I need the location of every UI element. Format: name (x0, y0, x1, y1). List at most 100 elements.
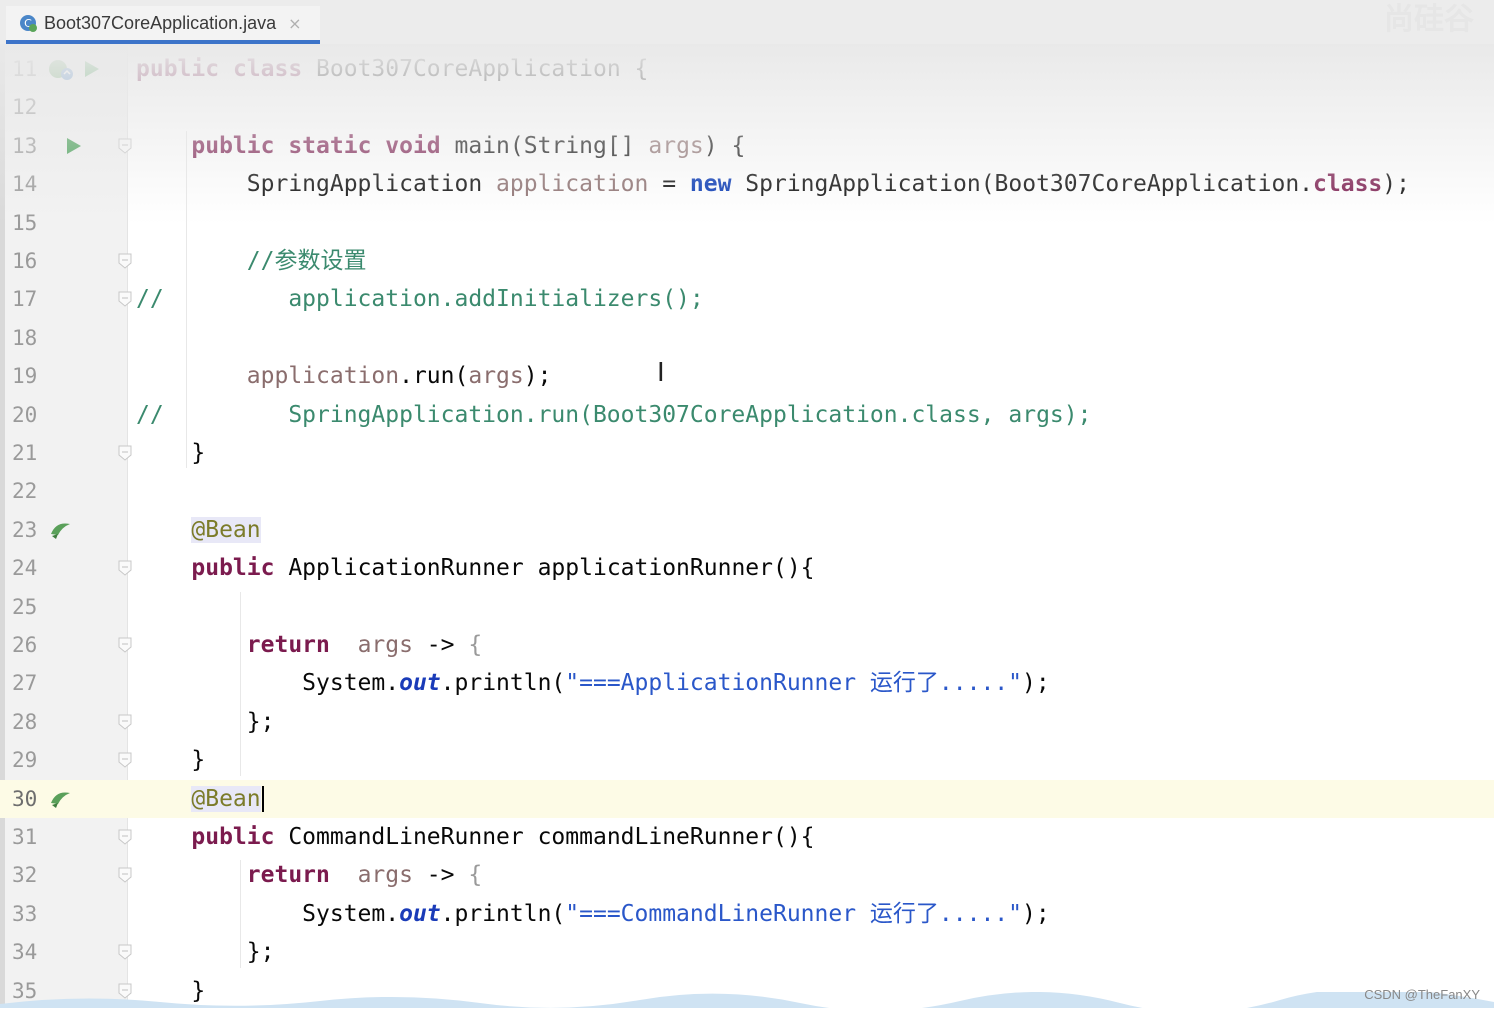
java-class-icon: C (18, 13, 38, 33)
code-line-29[interactable]: 29 } (0, 741, 1494, 779)
code-line-22[interactable]: 22 (0, 472, 1494, 510)
code-token: ); (1022, 900, 1050, 927)
run-icon[interactable] (80, 58, 102, 80)
code-line-17[interactable]: 17 // application.addInitializers(); (0, 280, 1494, 318)
fold-marker-icon[interactable] (118, 637, 132, 653)
line-number[interactable]: 23 (12, 511, 46, 549)
code-text: // application.addInitializers(); (136, 280, 704, 318)
fold-marker-icon[interactable] (118, 560, 132, 576)
code-line-15[interactable]: 15 (0, 204, 1494, 242)
code-line-19[interactable]: 19 application.run(args); (0, 357, 1494, 395)
fold-marker-icon[interactable] (118, 138, 132, 154)
code-token: args (468, 363, 524, 390)
spring-bean-icon[interactable] (48, 58, 73, 80)
run-icon[interactable] (62, 135, 84, 157)
code-token: Boot307CoreApplication { (316, 56, 649, 82)
code-line-25[interactable]: 25 (0, 588, 1494, 626)
tab-label: Boot307CoreApplication.java (44, 12, 277, 33)
line-number[interactable]: 21 (12, 434, 46, 472)
line-number[interactable]: 25 (12, 588, 46, 626)
code-token: new (689, 171, 746, 198)
line-number[interactable]: 30 (12, 780, 46, 818)
code-token: public (191, 555, 289, 582)
bottom-wave-decoration (0, 992, 1494, 1008)
code-text: @Bean (136, 511, 261, 549)
code-token: out (399, 900, 441, 927)
bean-icon[interactable] (48, 788, 70, 810)
editor-tab-bar: C Boot307CoreApplication.java × 尚硅谷 (0, 0, 1494, 45)
line-number[interactable]: 32 (12, 856, 46, 894)
fold-marker-icon[interactable] (118, 253, 132, 269)
line-number[interactable]: 22 (12, 472, 46, 510)
code-line-18[interactable]: 18 (0, 319, 1494, 357)
line-number[interactable]: 17 (12, 280, 46, 318)
code-line-27[interactable]: 27 System.out.println("===ApplicationRun… (0, 664, 1494, 702)
line-number[interactable]: 12 (12, 88, 46, 126)
code-line-12[interactable]: 12 (0, 88, 1494, 126)
line-number[interactable]: 15 (12, 204, 46, 242)
line-number[interactable]: 31 (12, 818, 46, 856)
fold-marker-icon[interactable] (118, 291, 132, 308)
code-token: main(String[] (454, 132, 649, 159)
close-icon[interactable]: × (288, 14, 301, 33)
line-number[interactable]: 19 (12, 357, 46, 395)
line-number[interactable]: 20 (12, 396, 46, 434)
code-token: @Bean (191, 785, 261, 812)
fold-marker-icon[interactable] (118, 944, 132, 960)
line-number[interactable]: 13 (12, 127, 46, 165)
code-line-32[interactable]: 32 return args -> { (0, 856, 1494, 894)
code-line-30[interactable]: 30 @Bean (0, 779, 1494, 818)
code-line-34[interactable]: 34 }; (0, 933, 1494, 971)
line-number[interactable]: 29 (12, 741, 46, 779)
watermark: 尚硅谷 (1384, 2, 1474, 37)
indent-guide (240, 591, 241, 776)
code-line-23[interactable]: 23 @Bean (0, 511, 1494, 549)
csdn-credit: CSDN @TheFanXY (1364, 987, 1480, 1002)
line-number[interactable]: 16 (12, 242, 46, 280)
line-number[interactable]: 28 (12, 703, 46, 741)
line-number[interactable]: 27 (12, 664, 46, 702)
line-number[interactable]: 33 (12, 895, 46, 933)
code-text: public class Boot307CoreApplication { (136, 50, 648, 88)
code-text: } (136, 434, 205, 472)
code-line-14[interactable]: 14 SpringApplication application = new S… (0, 165, 1494, 203)
fold-marker-icon[interactable] (118, 752, 132, 768)
code-line-33[interactable]: 33 System.out.println("===CommandLineRun… (0, 895, 1494, 933)
fold-marker-icon[interactable] (118, 829, 132, 845)
code-token: ); (523, 363, 552, 390)
code-line-28[interactable]: 28 }; (0, 703, 1494, 741)
fold-marker-icon[interactable] (118, 714, 132, 730)
tab-boot307coreapplication[interactable]: C Boot307CoreApplication.java × (6, 6, 320, 44)
code-token: } (136, 440, 206, 466)
code-line-21[interactable]: 21 } (0, 434, 1494, 472)
code-line-24[interactable]: 24 public ApplicationRunner applicationR… (0, 549, 1494, 587)
line-number[interactable]: 26 (12, 626, 46, 664)
fold-marker-icon[interactable] (118, 445, 132, 461)
code-token: = (648, 171, 690, 198)
code-line-26[interactable]: 26 return args -> { (0, 626, 1494, 664)
line-number[interactable]: 14 (12, 165, 46, 203)
line-number[interactable]: 11 (12, 50, 46, 88)
code-line-13[interactable]: 13 public static void main(String[] args… (0, 127, 1494, 165)
line-number[interactable]: 34 (12, 933, 46, 971)
fold-marker-icon[interactable] (118, 867, 132, 884)
code-token: args (357, 862, 413, 889)
code-line-31[interactable]: 31 public CommandLineRunner commandLineR… (0, 818, 1494, 856)
code-line-16[interactable]: 16 //参数设置 (0, 242, 1494, 280)
code-text: } (136, 741, 205, 779)
bean-icon[interactable] (48, 519, 70, 541)
code-text: }; (136, 933, 275, 971)
code-line-20[interactable]: 20 // SpringApplication.run(Boot307CoreAp… (0, 396, 1494, 434)
line-number[interactable]: 18 (12, 319, 46, 357)
code-token: .println( (440, 900, 566, 927)
code-line-11[interactable]: 11 public class Boot307CoreApplication { (0, 50, 1494, 88)
line-number[interactable]: 24 (12, 549, 46, 587)
code-text: return args -> { (136, 856, 482, 894)
code-text: }; (136, 703, 275, 741)
code-token: } (136, 747, 206, 774)
